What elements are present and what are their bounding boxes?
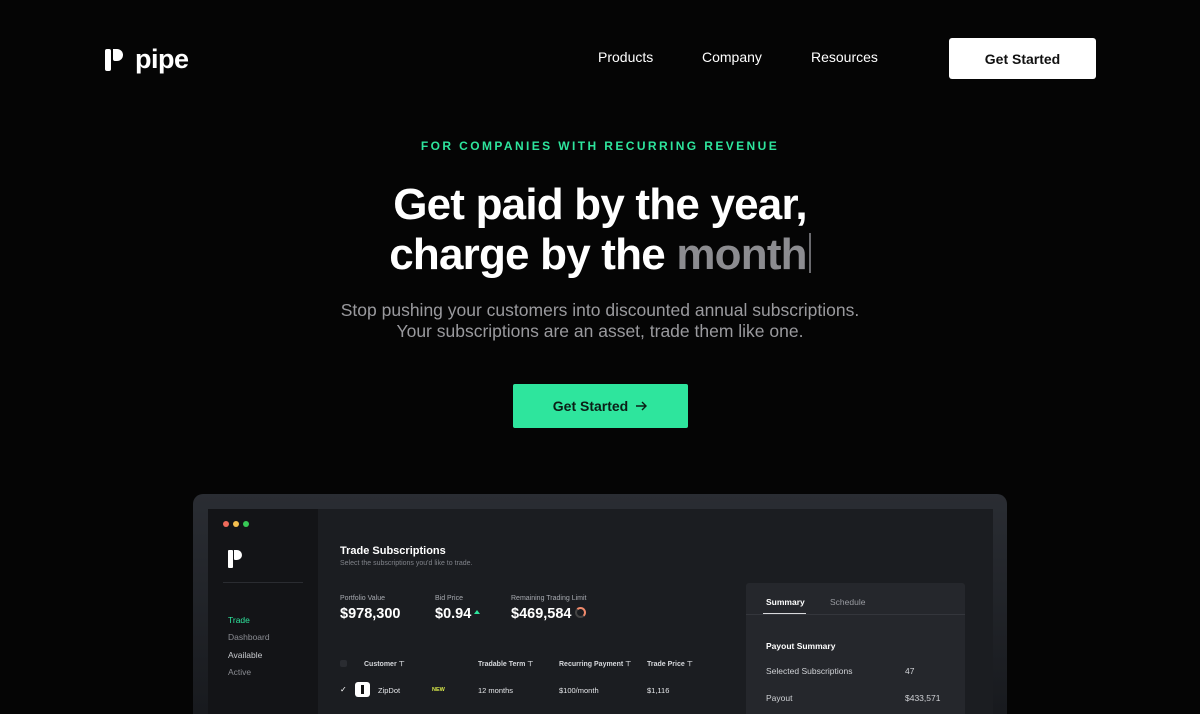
window-controls bbox=[223, 521, 249, 527]
col-payment-label: Recurring Payment bbox=[559, 661, 624, 668]
bid-price: $0.94 bbox=[435, 606, 481, 622]
headline-prefix: charge by the bbox=[389, 230, 677, 279]
col-customer[interactable]: Customer ⊤ bbox=[364, 660, 405, 668]
sidebar-logo-icon bbox=[228, 549, 244, 569]
col-trade-price[interactable]: Trade Price ⊤ bbox=[647, 660, 693, 668]
selected-subscriptions-value: 47 bbox=[905, 666, 915, 676]
row-checkbox[interactable]: ✓ bbox=[340, 685, 347, 694]
bid-price-value: $0.94 bbox=[435, 606, 472, 622]
subhead-line-2: Your subscriptions are an asset, trade t… bbox=[396, 321, 804, 341]
hero-get-started-button[interactable]: Get Started bbox=[513, 384, 688, 428]
hero-subhead: Stop pushing your customers into discoun… bbox=[0, 300, 1200, 342]
hero-headline: Get paid by the year, charge by the mont… bbox=[0, 180, 1200, 280]
subhead-line-1: Stop pushing your customers into discoun… bbox=[340, 300, 860, 320]
bid-price-label: Bid Price bbox=[435, 595, 464, 602]
summary-panel: Summary Schedule Payout Summary Selected… bbox=[746, 583, 965, 714]
payout-value: $433,571 bbox=[905, 693, 941, 703]
payout-summary-heading: Payout Summary bbox=[766, 641, 836, 651]
trading-limit-value: $469,584 bbox=[511, 606, 572, 622]
progress-ring-icon bbox=[575, 607, 587, 618]
sidebar-item-trade[interactable]: Trade bbox=[228, 615, 250, 625]
portfolio-value-label: Portfolio Value bbox=[340, 595, 386, 602]
nav-resources[interactable]: Resources bbox=[811, 49, 878, 65]
sidebar-item-dashboard[interactable]: Dashboard bbox=[228, 632, 270, 642]
app-sidebar: Trade Dashboard Available Active bbox=[208, 509, 318, 714]
trend-up-icon bbox=[474, 610, 481, 614]
top-nav: pipe Products Company Resources Get Star… bbox=[0, 0, 1200, 116]
close-dot[interactable] bbox=[223, 521, 229, 527]
tab-schedule[interactable]: Schedule bbox=[830, 597, 865, 607]
col-customer-label: Customer bbox=[364, 661, 397, 668]
row-customer: ZipDot bbox=[378, 686, 401, 695]
pipe-logo-icon bbox=[105, 47, 125, 73]
trading-limit: $469,584 bbox=[511, 606, 587, 622]
nav-company[interactable]: Company bbox=[702, 49, 762, 65]
arrow-right-icon bbox=[636, 401, 648, 411]
page-subtitle: Select the subscriptions you'd like to t… bbox=[340, 560, 473, 567]
portfolio-value: $978,300 bbox=[340, 606, 401, 622]
zipdot-logo-icon bbox=[355, 682, 370, 697]
new-badge: NEW bbox=[432, 687, 445, 693]
col-price-label: Trade Price bbox=[647, 661, 685, 668]
sidebar-divider bbox=[223, 582, 303, 583]
col-tradable-term[interactable]: Tradable Term ⊤ bbox=[478, 660, 533, 668]
minimize-dot[interactable] bbox=[233, 521, 239, 527]
headline-typed-word: month bbox=[676, 230, 807, 279]
typing-caret bbox=[808, 233, 811, 273]
brand-name: pipe bbox=[135, 44, 189, 74]
hero-eyebrow: FOR COMPANIES WITH RECURRING REVENUE bbox=[420, 139, 780, 153]
sidebar-item-available[interactable]: Available bbox=[228, 650, 262, 660]
nav-products[interactable]: Products bbox=[598, 49, 653, 65]
row-term: 12 months bbox=[478, 686, 514, 695]
app-screen: Trade Dashboard Available Active Trade S… bbox=[208, 509, 993, 714]
row-price: $1,116 bbox=[647, 686, 670, 695]
row-payment: $100/month bbox=[559, 686, 599, 695]
nav-get-started-button[interactable]: Get Started bbox=[949, 38, 1096, 79]
panel-divider bbox=[746, 614, 965, 615]
headline-line-1: Get paid by the year, bbox=[393, 180, 807, 229]
hero-cta-label: Get Started bbox=[552, 398, 629, 414]
col-recurring-payment[interactable]: Recurring Payment ⊤ bbox=[559, 660, 631, 668]
sidebar-item-active[interactable]: Active bbox=[228, 667, 251, 677]
maximize-dot[interactable] bbox=[243, 521, 249, 527]
pipe-logo[interactable]: pipe bbox=[105, 44, 189, 75]
trading-limit-label: Remaining Trading Limit bbox=[511, 595, 587, 602]
tab-summary[interactable]: Summary bbox=[766, 597, 805, 607]
select-all-checkbox[interactable] bbox=[340, 660, 347, 667]
payout-label: Payout bbox=[766, 693, 793, 703]
headline-line-2: charge by the month bbox=[389, 230, 811, 280]
col-term-label: Tradable Term bbox=[478, 661, 526, 668]
selected-subscriptions-label: Selected Subscriptions bbox=[766, 666, 853, 676]
page-title: Trade Subscriptions bbox=[340, 545, 446, 557]
